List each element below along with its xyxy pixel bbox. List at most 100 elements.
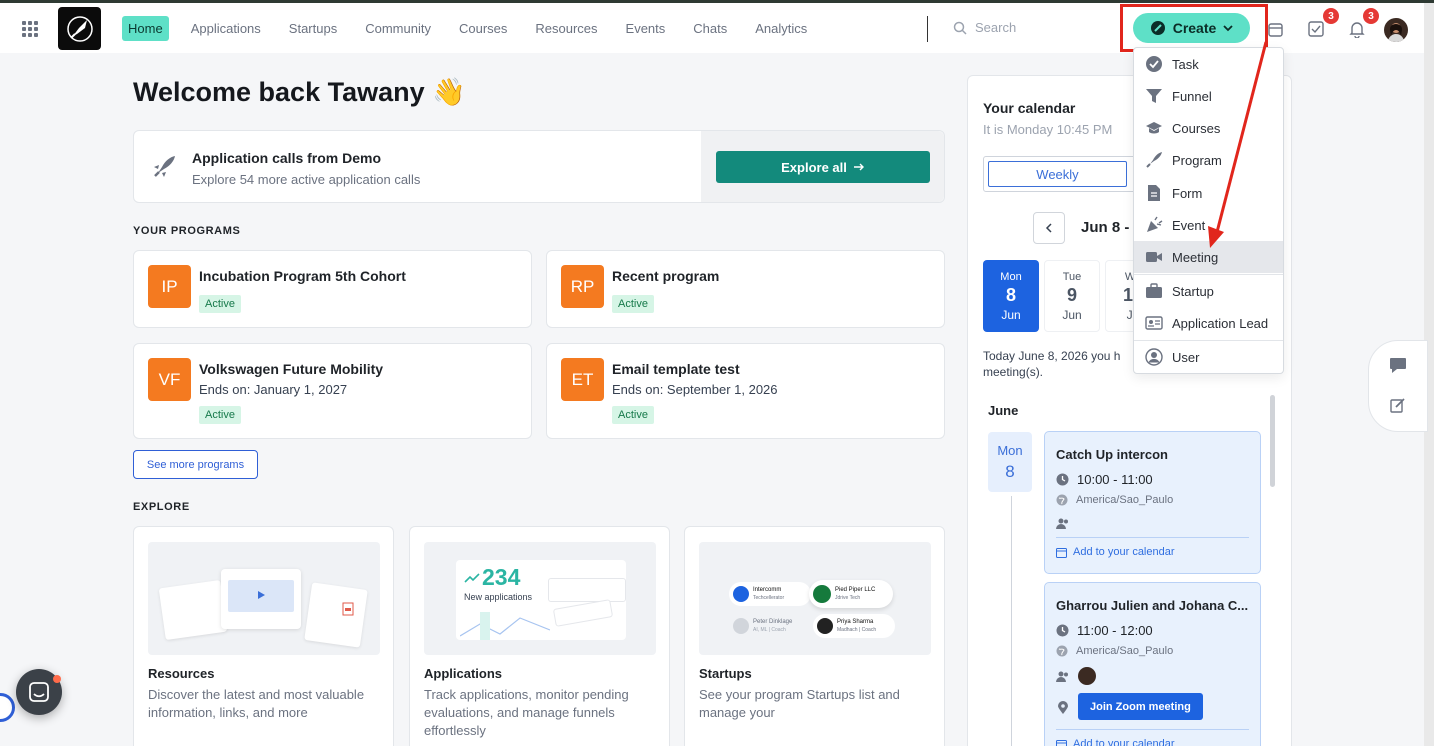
attendees-icon — [1056, 671, 1068, 682]
attendee-avatar — [1078, 667, 1096, 685]
calendar-add-icon — [1056, 547, 1067, 558]
add-to-calendar-label: Add to your calendar — [1073, 738, 1175, 746]
attendees-icon — [1056, 518, 1068, 529]
chevron-left-icon — [1045, 223, 1052, 233]
today-summary: Today June 8, 2026 you h meeting(s). — [983, 349, 1121, 379]
event-card[interactable]: Gharrou Julien and Johana C... 11:00 - 1… — [1044, 582, 1261, 746]
program-card[interactable]: ET Email template test Ends on: Septembe… — [546, 343, 945, 439]
chat-bubble-icon[interactable] — [1389, 357, 1407, 374]
apps-grid-icon[interactable] — [22, 21, 38, 37]
calendar-add-icon — [1056, 739, 1067, 746]
program-card[interactable]: RP Recent program Active — [546, 250, 945, 328]
support-chat-dot — [53, 675, 61, 683]
explore-card-applications[interactable]: 234 New applications Applications Track … — [409, 526, 670, 746]
create-label: Create — [1172, 20, 1217, 36]
play-icon — [258, 591, 265, 599]
status-badge: Active — [612, 406, 654, 424]
menu-item-label: User — [1172, 349, 1200, 365]
side-quick-actions — [1368, 340, 1428, 432]
startups-illustration: Intercomm Techcellerator Pied Piper LLC Jd… — [699, 542, 931, 655]
arrow-right-icon — [853, 163, 864, 171]
nav-home[interactable]: Home — [122, 16, 169, 41]
menu-item-user[interactable]: User — [1134, 341, 1283, 373]
event-title: Catch Up intercon — [1056, 447, 1168, 462]
add-to-calendar-link[interactable]: Add to your calendar — [1056, 546, 1175, 558]
event-timezone: America/Sao_Paulo — [1076, 645, 1174, 657]
menu-item-application-lead[interactable]: Application Lead — [1134, 307, 1283, 339]
nav-resources[interactable]: Resources — [529, 16, 603, 41]
day-cell[interactable]: Mon 8 Jun — [983, 260, 1039, 332]
tasks-icon[interactable] — [1308, 21, 1324, 37]
event-card[interactable]: Catch Up intercon 10:00 - 11:00 America/… — [1044, 431, 1261, 574]
program-title: Volkswagen Future Mobility — [199, 361, 384, 377]
program-card[interactable]: VF Volkswagen Future Mobility Ends on: J… — [133, 343, 532, 439]
program-avatar: VF — [148, 358, 191, 401]
join-zoom-button[interactable]: Join Zoom meeting — [1078, 693, 1203, 720]
event-title: Gharrou Julien and Johana C... — [1056, 598, 1249, 613]
nav-analytics[interactable]: Analytics — [749, 16, 813, 41]
application-calls-subtitle: Explore 54 more active application calls — [192, 172, 421, 187]
prev-week-button[interactable] — [1033, 212, 1065, 244]
program-title: Recent program — [612, 268, 720, 284]
startup-name: Priya Sharma — [837, 619, 874, 625]
rocket-logo[interactable] — [58, 7, 101, 50]
explore-card-resources[interactable]: Resources Discover the latest and most v… — [133, 526, 394, 746]
nav-community[interactable]: Community — [359, 16, 437, 41]
applications-sparkline — [460, 612, 550, 640]
nav-courses[interactable]: Courses — [453, 16, 513, 41]
day-month: Jun — [1001, 307, 1021, 322]
explore-all-button[interactable]: Explore all — [716, 151, 930, 183]
id-card-icon — [1145, 316, 1163, 330]
nav-startups[interactable]: Startups — [283, 16, 343, 41]
clock-icon — [1056, 473, 1069, 486]
page-title: Welcome back Tawany 👋 — [133, 76, 466, 108]
bell-icon[interactable] — [1349, 21, 1365, 38]
weekly-tab[interactable]: Weekly — [988, 161, 1127, 187]
agenda-month: June — [988, 403, 1019, 418]
create-button[interactable]: Create — [1133, 13, 1250, 43]
explore-card-desc: See your program Startups list and manag… — [699, 687, 900, 720]
explore-card-startups[interactable]: Intercomm Techcellerator Pied Piper LLC Jd… — [684, 526, 945, 746]
nav-chats[interactable]: Chats — [687, 16, 733, 41]
nav-events[interactable]: Events — [620, 16, 672, 41]
wave-emoji: 👋 — [432, 77, 466, 107]
document-icon — [1148, 185, 1160, 201]
agenda-day: Mon 8 — [988, 432, 1032, 492]
create-pen-icon — [1150, 21, 1165, 35]
location-pin-icon — [1058, 701, 1068, 714]
user-avatar[interactable] — [1384, 18, 1408, 42]
agenda-day-num: 8 — [1005, 461, 1015, 481]
startup-sub: Madhach | Coach — [837, 627, 877, 633]
event-time-row: 11:00 - 12:00 — [1056, 623, 1153, 638]
event-timezone: America/Sao_Paulo — [1076, 494, 1174, 506]
menu-item-startup[interactable]: Startup — [1134, 275, 1283, 307]
calendar-scrollbar[interactable] — [1270, 395, 1275, 487]
check-circle-icon — [1146, 56, 1162, 72]
menu-item-label: Startup — [1172, 283, 1214, 299]
help-ring-button[interactable] — [0, 693, 15, 722]
event-tz-row: America/Sao_Paulo — [1056, 645, 1173, 657]
explore-card-title: Startups — [699, 666, 752, 681]
menu-item-label: Application Lead — [1172, 315, 1269, 331]
funnel-icon — [1146, 89, 1162, 103]
add-to-calendar-link[interactable]: Add to your calendar — [1056, 738, 1175, 746]
program-card[interactable]: IP Incubation Program 5th Cohort Active — [133, 250, 532, 328]
edit-icon[interactable] — [1390, 397, 1406, 413]
search-placeholder: Search — [975, 20, 1017, 35]
explore-card-title: Applications — [424, 666, 503, 681]
notifications-badge: 3 — [1363, 8, 1379, 24]
search-field[interactable]: Search — [953, 20, 1016, 35]
agenda-day-dow: Mon — [997, 442, 1023, 458]
day-cell[interactable]: Tue 9 Jun — [1044, 260, 1100, 332]
search-icon — [953, 21, 967, 35]
startup-sub: AI, ML | Coach — [753, 627, 786, 633]
calendar-icon[interactable] — [1268, 21, 1283, 37]
day-num: 9 — [1066, 284, 1077, 305]
intercom-icon — [29, 682, 49, 702]
calendar-subtitle: It is Monday 10:45 PM — [983, 122, 1113, 137]
nav-applications[interactable]: Applications — [185, 16, 267, 41]
status-badge: Active — [199, 295, 241, 313]
pdf-icon — [342, 602, 354, 616]
event-tz-row: America/Sao_Paulo — [1056, 494, 1173, 506]
see-more-programs-button[interactable]: See more programs — [133, 450, 258, 479]
